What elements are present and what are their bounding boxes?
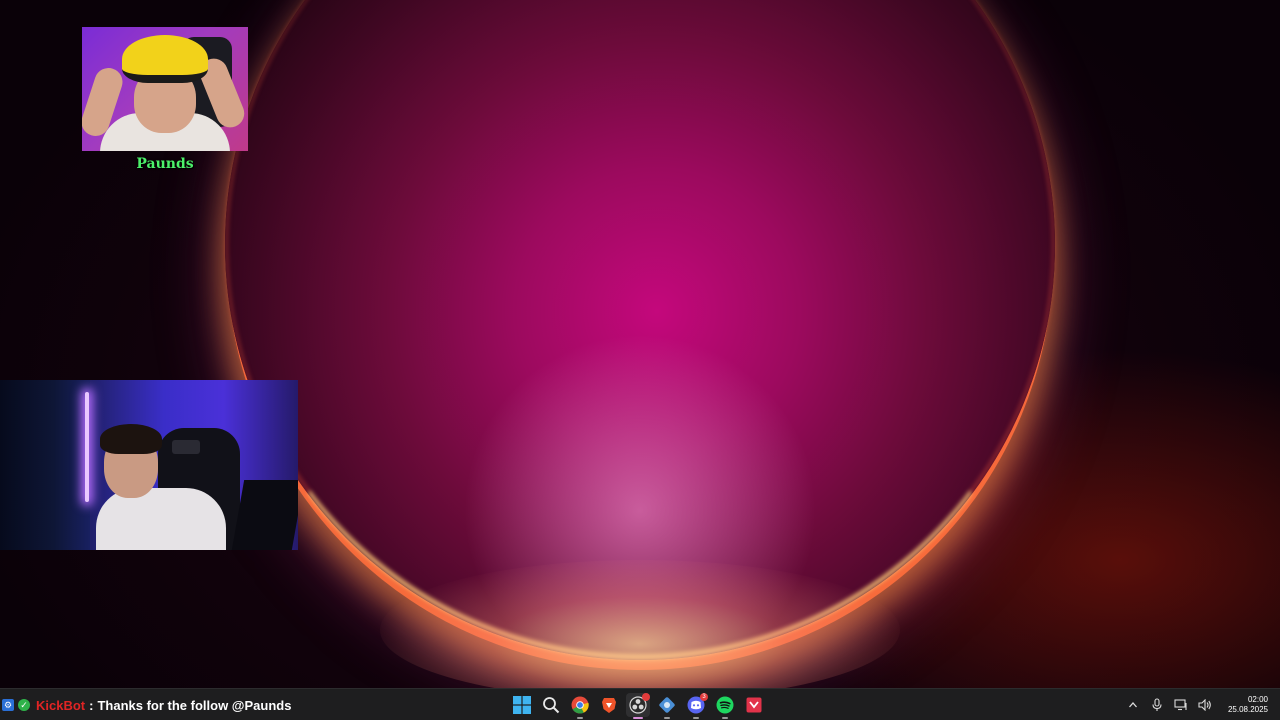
clock-date: 25.08.2025 bbox=[1227, 705, 1268, 714]
spotify-icon bbox=[716, 696, 734, 714]
follower-name: Paunds bbox=[136, 156, 194, 172]
microphone-icon bbox=[1152, 698, 1162, 711]
webcam-person-hair bbox=[100, 424, 162, 454]
running-indicator bbox=[693, 717, 699, 719]
running-indicator bbox=[577, 717, 583, 719]
chat-text: Thanks for the follow @Paunds bbox=[97, 697, 292, 713]
follower-avatar-overlay: Paunds bbox=[82, 27, 248, 177]
bot-badge-icon: ⚙ bbox=[2, 699, 14, 711]
show-hidden-icons-button[interactable] bbox=[1126, 698, 1140, 712]
clock[interactable]: 02:00 25.08.2025 bbox=[1228, 695, 1268, 715]
taskbar-apps: 3 bbox=[510, 689, 766, 720]
discord-notification-badge: 3 bbox=[700, 693, 708, 701]
clock-time: 02:00 bbox=[1247, 695, 1268, 704]
webcam-chair-logo bbox=[172, 440, 200, 454]
chat-username: KickBot bbox=[36, 697, 86, 713]
search-button[interactable] bbox=[539, 693, 563, 717]
discord-button[interactable]: 3 bbox=[684, 693, 708, 719]
webcam-person-body bbox=[96, 488, 226, 550]
chrome-button[interactable] bbox=[568, 693, 592, 719]
start-button[interactable] bbox=[510, 693, 534, 717]
search-icon bbox=[543, 697, 560, 714]
wallpaper-glow bbox=[380, 560, 900, 688]
chat-message: ⚙ ✓ KickBot : Thanks for the follow @Pau… bbox=[0, 689, 291, 720]
webcam-curtain bbox=[0, 380, 90, 550]
obs-button[interactable] bbox=[626, 693, 650, 719]
webcam-overlay bbox=[0, 380, 298, 550]
red-app-button[interactable] bbox=[742, 693, 766, 717]
webcam-desk bbox=[231, 480, 298, 550]
webcam-neon-light bbox=[85, 392, 89, 502]
spotify-button[interactable] bbox=[713, 693, 737, 719]
chat-separator: : bbox=[89, 697, 94, 713]
settings-app-button[interactable] bbox=[655, 693, 679, 719]
chrome-icon bbox=[571, 696, 589, 714]
running-indicator bbox=[722, 717, 728, 719]
volume-button[interactable] bbox=[1198, 698, 1212, 712]
follower-avatar-image bbox=[82, 27, 248, 151]
avatar-helmet bbox=[122, 35, 208, 83]
system-tray: 02:00 25.08.2025 bbox=[1126, 689, 1280, 720]
speaker-icon bbox=[1198, 699, 1211, 711]
brave-browser-icon bbox=[602, 698, 616, 713]
brave-button[interactable] bbox=[597, 693, 621, 717]
microphone-button[interactable] bbox=[1150, 698, 1164, 712]
chevron-up-icon bbox=[1128, 702, 1137, 708]
red-app-icon bbox=[746, 697, 762, 713]
running-indicator bbox=[664, 717, 670, 719]
start-windows-icon bbox=[513, 696, 531, 714]
network-icon bbox=[1174, 699, 1187, 711]
app-settings-icon bbox=[659, 697, 675, 713]
verified-check-icon: ✓ bbox=[18, 699, 30, 711]
recording-indicator bbox=[642, 693, 650, 701]
running-indicator bbox=[633, 717, 643, 719]
taskbar: ⚙ ✓ KickBot : Thanks for the follow @Pau… bbox=[0, 688, 1280, 720]
network-button[interactable] bbox=[1174, 698, 1188, 712]
